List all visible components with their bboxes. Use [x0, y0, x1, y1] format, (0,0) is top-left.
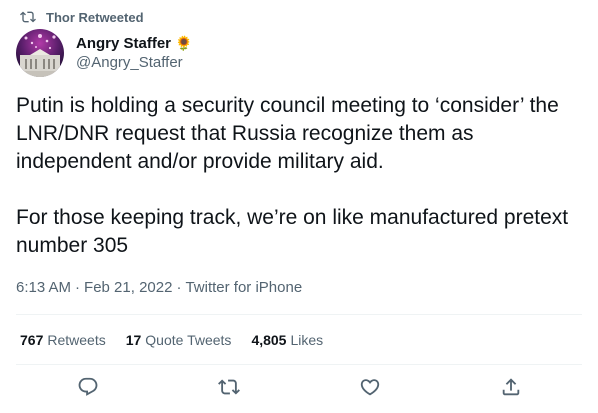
retweet-icon — [218, 376, 240, 403]
tweet-time[interactable]: 6:13 AM — [16, 279, 71, 296]
tweet-actions — [0, 376, 598, 402]
tweet-meta: 6:13 AM · Feb 21, 2022 · Twitter for iPh… — [16, 277, 302, 297]
author-handle[interactable]: @Angry_Staffer — [76, 54, 192, 71]
retweets-label: Retweets — [47, 332, 106, 348]
divider — [16, 314, 582, 315]
quote-tweets-stat[interactable]: 17 Quote Tweets — [126, 332, 232, 348]
like-icon — [359, 376, 381, 403]
tweet-stats: 767 Retweets 17 Quote Tweets 4,805 Likes — [20, 330, 343, 350]
author-names: Angry Staffer 🌻 @Angry_Staffer — [76, 33, 192, 72]
meta-separator: · — [75, 278, 81, 296]
display-name-row: Angry Staffer 🌻 — [76, 33, 192, 53]
tweet-source[interactable]: Twitter for iPhone — [185, 279, 302, 296]
tweet-date[interactable]: Feb 21, 2022 — [84, 279, 172, 296]
likes-stat[interactable]: 4,805 Likes — [251, 332, 323, 348]
retweets-stat[interactable]: 767 Retweets — [20, 332, 106, 348]
tweet-author: Angry Staffer 🌻 @Angry_Staffer — [16, 29, 192, 77]
quote-tweets-label: Quote Tweets — [145, 332, 232, 348]
divider — [16, 364, 582, 365]
share-button[interactable] — [498, 376, 524, 402]
retweets-count: 767 — [20, 332, 44, 348]
tweet-paragraph-2: For those keeping track, we’re on like m… — [16, 206, 569, 257]
display-name[interactable]: Angry Staffer — [76, 35, 171, 52]
meta-separator: · — [176, 278, 182, 296]
tweet-text: Putin is holding a security council meet… — [16, 92, 586, 260]
retweeter-link[interactable]: Thor Retweeted — [46, 10, 144, 25]
retweet-button[interactable] — [216, 376, 242, 402]
retweet-context: Thor Retweeted — [20, 8, 144, 26]
tweet-paragraph-1: Putin is holding a security council meet… — [16, 94, 559, 173]
like-button[interactable] — [357, 376, 383, 402]
likes-label: Likes — [290, 332, 324, 348]
quote-tweets-count: 17 — [125, 332, 142, 348]
likes-count: 4,805 — [251, 332, 287, 348]
sunflower-icon: 🌻 — [175, 34, 193, 51]
reply-button[interactable] — [75, 376, 101, 402]
avatar[interactable] — [16, 29, 64, 77]
reply-icon — [77, 376, 99, 403]
share-icon — [500, 376, 522, 403]
retweet-context-icon — [20, 9, 36, 25]
